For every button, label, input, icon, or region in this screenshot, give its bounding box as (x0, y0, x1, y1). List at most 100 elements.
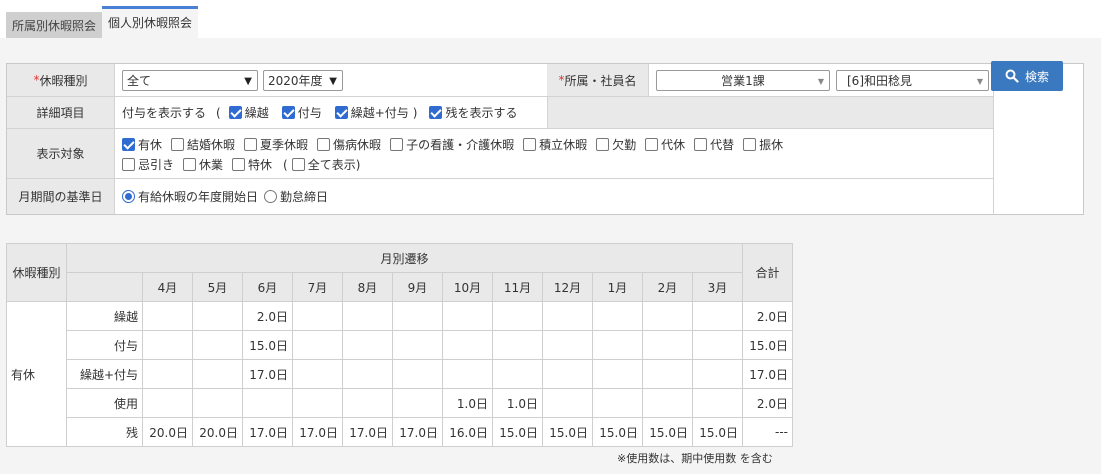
value-cell: 16.0日 (442, 417, 493, 447)
value-cell (642, 301, 693, 331)
target-bereavement-checkbox[interactable]: 忌引き (122, 156, 174, 173)
value-cell (392, 388, 443, 418)
row-period: 月期間の基準日 有給休暇の年度開始日 勤怠締日 (7, 179, 993, 214)
value-cell: 1.0日 (442, 388, 493, 418)
leave-result-table: 休暇種別 月別遷移 合計 4月 5月 6月 7月 8月 9月 10月 11月 12月 1月 2月 3月… (6, 243, 793, 447)
month-header: 10月 (442, 272, 493, 302)
chevron-down-icon: ▼ (976, 76, 983, 86)
row-label: 繰越+付与 (66, 359, 143, 389)
month-header: 4月 (142, 272, 193, 302)
target-compday-checkbox[interactable]: 代休 (645, 136, 685, 153)
dept-select[interactable]: 営業1課 ▼ (656, 69, 830, 91)
year-select[interactable]: 2020年度 ▼ (263, 69, 343, 91)
table-row: 使用 1.0日 1.0日 2.0日 (7, 388, 793, 418)
value-cell (692, 330, 743, 360)
target-marriage-checkbox[interactable]: 結婚休暇 (171, 136, 235, 153)
value-cell (692, 301, 743, 331)
target-sick-checkbox[interactable]: 傷病休暇 (317, 136, 381, 153)
target-childcare-checkbox[interactable]: 子の看護・介護休暇 (390, 136, 514, 153)
value-cell (542, 330, 593, 360)
value-cell (492, 359, 543, 389)
value-cell (292, 359, 343, 389)
chevron-down-icon: ▼ (244, 75, 252, 87)
target-label: 表示対象 (7, 129, 115, 178)
month-header: 12月 (542, 272, 593, 302)
value-cell: 15.0日 (542, 417, 593, 447)
month-header: 9月 (392, 272, 443, 302)
employee-select[interactable]: [6]和田稔見 ▼ (836, 69, 989, 91)
show-balance-checkbox[interactable]: 残を表示する (429, 104, 518, 121)
value-cell (542, 301, 593, 331)
paren: ( (216, 105, 221, 120)
value-cell: 15.0日 (642, 417, 693, 447)
total-cell: 17.0日 (742, 359, 793, 389)
value-cell (442, 301, 493, 331)
target-substitute-checkbox[interactable]: 代替 (694, 136, 734, 153)
month-header-row: 4月 5月 6月 7月 8月 9月 10月 11月 12月 1月 2月 3月 (7, 272, 793, 302)
value-cell (342, 301, 393, 331)
header-total: 合計 (742, 243, 793, 302)
value-cell (442, 330, 493, 360)
month-header: 1月 (592, 272, 643, 302)
period-fiscal-start-radio[interactable]: 有給休暇の年度開始日 (122, 188, 258, 205)
value-cell: 20.0日 (192, 417, 243, 447)
target-summer-checkbox[interactable]: 夏季休暇 (244, 136, 308, 153)
detail-carryover-grant-checkbox[interactable]: 繰越+付与 (334, 104, 409, 121)
value-cell (642, 388, 693, 418)
value-cell (192, 388, 243, 418)
header-monthly: 月別遷移 (66, 243, 743, 273)
value-cell: 20.0日 (142, 417, 193, 447)
period-closing-day-radio[interactable]: 勤怠締日 (264, 188, 328, 205)
value-cell (142, 388, 193, 418)
leave-type-select[interactable]: 全て ▼ (122, 69, 258, 91)
target-reserve-checkbox[interactable]: 積立休暇 (523, 136, 587, 153)
value-cell (542, 388, 593, 418)
value-cell: 17.0日 (292, 417, 343, 447)
target-special-checkbox[interactable]: 特休 (232, 156, 272, 173)
value-cell (492, 330, 543, 360)
show-all-checkbox[interactable]: 全て表示) (291, 156, 360, 173)
target-leave-checkbox[interactable]: 休業 (183, 156, 223, 173)
leave-type-label: * 休暇種別 (7, 64, 115, 96)
detail-grant-checkbox[interactable]: 付与 (281, 104, 322, 121)
value-cell (342, 330, 393, 360)
value-cell: 17.0日 (342, 417, 393, 447)
tab-dept-leave[interactable]: 所属別休暇照会 (6, 12, 103, 38)
value-cell: 15.0日 (492, 417, 543, 447)
month-header: 8月 (342, 272, 393, 302)
value-cell (292, 330, 343, 360)
value-cell (592, 301, 643, 331)
row-label: 使用 (66, 388, 143, 418)
paren: ) (412, 105, 418, 120)
month-header: 6月 (242, 272, 293, 302)
value-cell (342, 359, 393, 389)
value-cell: 15.0日 (692, 417, 743, 447)
month-header: 7月 (292, 272, 343, 302)
row-target: 表示対象 有休 結婚休暇 夏季休暇 傷病休暇 子の看護・介護休暇 積立休暇 欠勤… (7, 129, 993, 179)
value-cell (642, 359, 693, 389)
month-header: 2月 (642, 272, 693, 302)
search-button[interactable]: 検索 (991, 61, 1063, 91)
month-header: 5月 (192, 272, 243, 302)
target-transfer-checkbox[interactable]: 振休 (743, 136, 783, 153)
value-cell (242, 388, 293, 418)
detail-prefix: 付与を表示する (122, 106, 207, 120)
value-cell (592, 359, 643, 389)
value-cell (142, 301, 193, 331)
value-cell (542, 359, 593, 389)
target-paid-checkbox[interactable]: 有休 (122, 136, 162, 153)
header-leave-type: 休暇種別 (6, 243, 67, 302)
detail-carryover-checkbox[interactable]: 繰越 (228, 104, 269, 121)
table-row: 有休 繰越 2.0日 2.0日 (6, 301, 793, 447)
row-label: 繰越 (66, 301, 143, 331)
value-cell (342, 388, 393, 418)
target-absence-checkbox[interactable]: 欠勤 (596, 136, 636, 153)
tab-personal-leave[interactable]: 個人別休暇照会 (102, 6, 199, 38)
paren: ( (283, 157, 288, 172)
tab-bar: 所属別休暇照会 個人別休暇照会 (6, 6, 199, 38)
total-cell: 2.0日 (742, 301, 793, 331)
total-cell: 15.0日 (742, 330, 793, 360)
value-cell (692, 388, 743, 418)
value-cell (192, 330, 243, 360)
value-cell (392, 301, 443, 331)
